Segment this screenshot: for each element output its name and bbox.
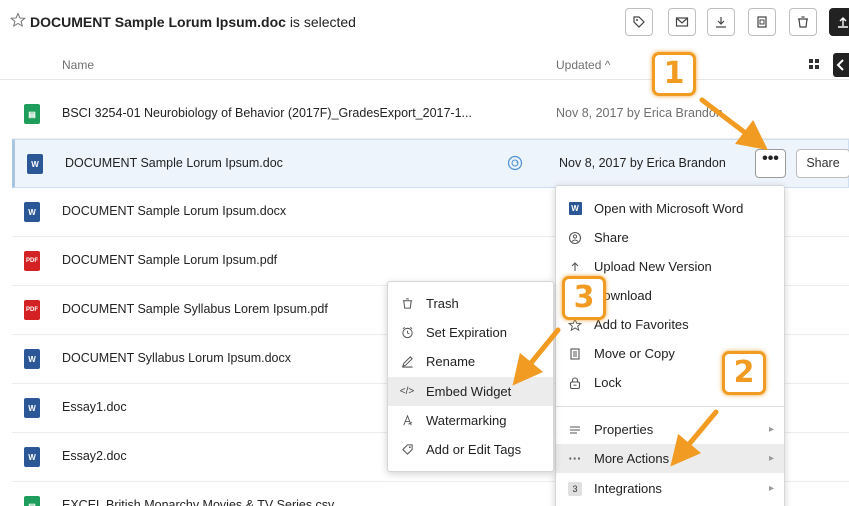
callout-3-arrow xyxy=(512,327,561,386)
callout-2-arrow xyxy=(670,409,719,467)
callout-2: 2 xyxy=(722,351,766,395)
callout-3: 3 xyxy=(562,276,606,320)
annotation-arrows xyxy=(512,97,768,467)
callout-1: 1 xyxy=(652,52,696,96)
callout-1-arrow xyxy=(699,97,768,151)
